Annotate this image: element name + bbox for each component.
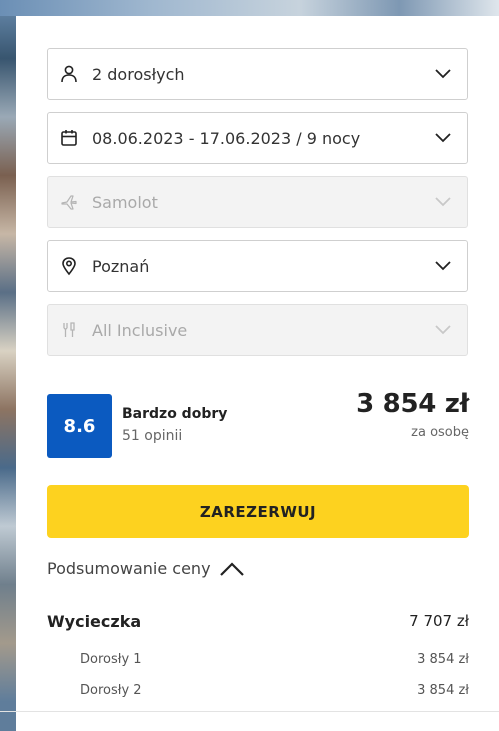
transport-value: Samolot [92, 192, 158, 212]
person-icon [59, 64, 79, 84]
cutlery-icon [59, 320, 79, 340]
departure-select[interactable]: Poznań [47, 240, 468, 292]
travelers-select[interactable]: 2 dorosłych [47, 48, 468, 100]
chevron-down-icon [435, 133, 451, 143]
chevron-down-icon [435, 197, 451, 207]
line-item-value: 3 854 zł [417, 683, 469, 698]
departure-value: Poznań [92, 256, 150, 276]
chevron-down-icon [435, 261, 451, 271]
line-item-value: 3 854 zł [417, 652, 469, 667]
chevron-down-icon [435, 69, 451, 79]
travelers-value: 2 dorosłych [92, 64, 185, 84]
reviews-count[interactable]: 51 opinii [122, 428, 182, 444]
transport-select: Samolot [47, 176, 468, 228]
board-select: All Inclusive [47, 304, 468, 356]
chevron-up-icon [219, 561, 244, 576]
background-photo-top [0, 0, 499, 16]
trip-total: 7 707 zł [409, 612, 469, 630]
trip-label: Wycieczka [47, 612, 142, 631]
rating-label: Bardzo dobry [122, 406, 228, 422]
line-item-label: Dorosły 2 [80, 683, 142, 698]
trip-total-row: Wycieczka 7 707 zł [47, 612, 469, 631]
airplane-icon [59, 192, 79, 212]
divider [0, 711, 499, 712]
rating-score-badge: 8.6 [47, 394, 112, 458]
price-summary-toggle[interactable]: Podsumowanie ceny [47, 559, 245, 578]
board-value: All Inclusive [92, 320, 188, 340]
chevron-down-icon [435, 325, 451, 335]
dates-select[interactable]: 08.06.2023 - 17.06.2023 / 9 nocy [47, 112, 468, 164]
price-unit-label: za osobę [411, 425, 469, 440]
price-line-item: Dorosły 2 3 854 zł [47, 683, 469, 698]
background-photo [0, 0, 16, 731]
location-pin-icon [59, 256, 79, 276]
calendar-icon [59, 128, 79, 148]
price-summary-label: Podsumowanie ceny [47, 559, 211, 578]
dates-value: 08.06.2023 - 17.06.2023 / 9 nocy [92, 128, 361, 148]
price-per-person: 3 854 zł [356, 389, 469, 419]
reserve-button[interactable]: ZAREZERWUJ [47, 485, 469, 538]
price-line-item: Dorosły 1 3 854 zł [47, 652, 469, 667]
line-item-label: Dorosły 1 [80, 652, 142, 667]
